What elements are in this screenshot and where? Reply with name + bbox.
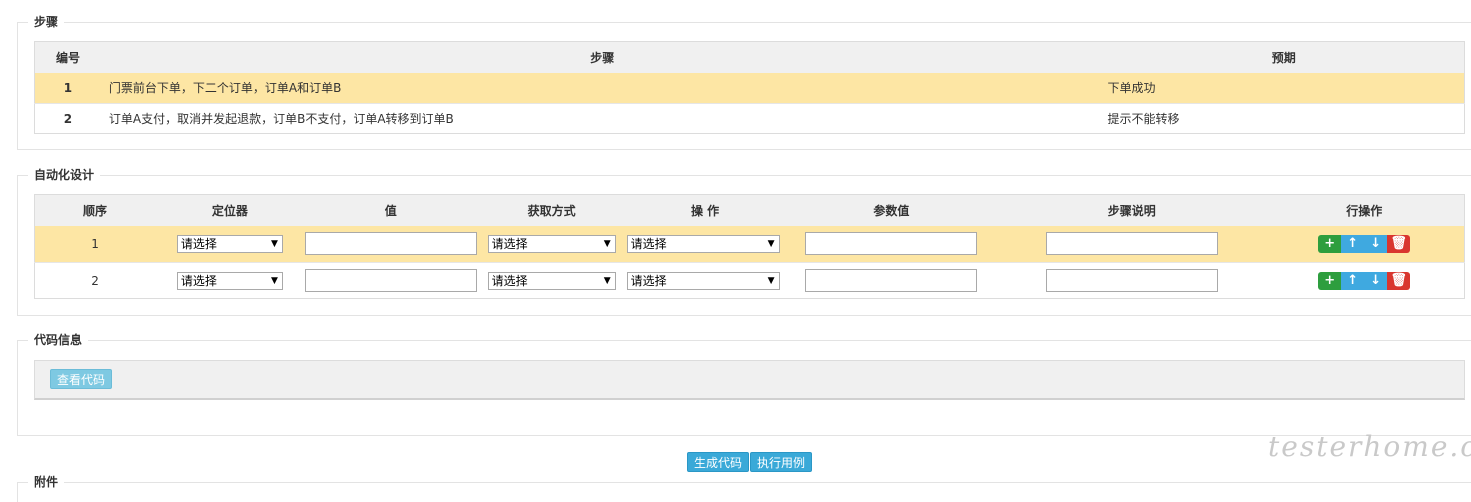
auto-header-fetch: 获取方式 (476, 194, 627, 226)
steps-table: 编号 步骤 预期 1 门票前台下单，下二个订单，订单A和订单B 下单成功 2 订… (34, 41, 1465, 134)
value-input[interactable] (304, 232, 477, 256)
generate-code-button[interactable]: 生成代码 (687, 452, 750, 472)
plus-icon[interactable]: + (1318, 271, 1342, 290)
action-select[interactable]: 请选择 ▼ (626, 234, 780, 253)
auto-header-locator: 定位器 (155, 194, 305, 226)
auto-header-row-ops: 行操作 (1264, 194, 1465, 226)
arrow-up-icon[interactable]: ↑ (1341, 271, 1365, 290)
plus-icon[interactable]: + (1318, 234, 1342, 253)
table-row[interactable]: 1 请选择 ▼ 请选择 ▼ 请选择 ▼ + ↑ ↓ 🗑 (34, 225, 1465, 263)
fetch-method-select[interactable]: 请选择 ▼ (487, 271, 616, 290)
automation-table: 顺序 定位器 值 获取方式 操 作 参数值 步骤说明 行操作 1 请选择 ▼ 请选… (34, 194, 1465, 299)
steps-header-expected: 预期 (1103, 41, 1465, 73)
action-select[interactable]: 请选择 ▼ (626, 271, 780, 290)
step-expected: 提示不能转移 (1103, 103, 1465, 134)
auto-header-action: 操 作 (626, 194, 784, 226)
arrow-down-icon[interactable]: ↓ (1364, 234, 1388, 253)
steps-header-step: 步骤 (100, 41, 1104, 73)
watermark: testerhome.com (1268, 430, 1471, 463)
auto-header-param: 参数值 (783, 194, 1000, 226)
automation-fieldset: 自动化设计 顺序 定位器 值 获取方式 操 作 参数值 步骤说明 行操作 1 请… (17, 167, 1471, 316)
table-row[interactable]: 1 门票前台下单，下二个订单，订单A和订单B 下单成功 (34, 72, 1465, 104)
arrow-down-icon[interactable]: ↓ (1364, 271, 1388, 290)
view-code-button[interactable]: 查看代码 (50, 369, 113, 389)
steps-header-no: 编号 (34, 41, 101, 73)
param-input[interactable] (805, 232, 978, 256)
trash-icon[interactable]: 🗑 (1387, 271, 1411, 290)
automation-legend: 自动化设计 (28, 167, 101, 183)
auto-header-order: 顺序 (34, 194, 156, 226)
step-expected: 下单成功 (1103, 72, 1465, 104)
auto-header-description: 步骤说明 (999, 194, 1265, 226)
arrow-up-icon[interactable]: ↑ (1341, 234, 1365, 253)
code-legend: 代码信息 (28, 332, 89, 348)
table-row[interactable]: 2 请选择 ▼ 请选择 ▼ 请选择 ▼ + ↑ ↓ 🗑 (34, 262, 1465, 299)
auto-header-value: 值 (304, 194, 477, 226)
attachment-legend: 附件 (28, 474, 65, 490)
code-panel: 查看代码 (34, 360, 1465, 400)
step-no: 1 (34, 72, 101, 104)
locator-select[interactable]: 请选择 ▼ (176, 234, 283, 253)
steps-legend: 步骤 (28, 14, 65, 30)
trash-icon[interactable]: 🗑 (1387, 234, 1411, 253)
description-input[interactable] (1045, 269, 1218, 292)
step-no: 2 (34, 103, 101, 134)
code-fieldset: 代码信息 查看代码 (17, 332, 1471, 436)
step-text: 订单A支付，取消并发起退款，订单B不支付，订单A转移到订单B (100, 103, 1104, 134)
table-row[interactable]: 2 订单A支付，取消并发起退款，订单B不支付，订单A转移到订单B 提示不能转移 (34, 103, 1465, 134)
step-text: 门票前台下单，下二个订单，订单A和订单B (100, 72, 1104, 104)
row-ops: + ↑ ↓ 🗑 (1264, 225, 1465, 263)
execute-case-button[interactable]: 执行用例 (750, 452, 813, 472)
row-ops: + ↑ ↓ 🗑 (1264, 262, 1465, 299)
attachment-fieldset: 附件 (17, 474, 1471, 502)
value-input[interactable] (304, 269, 477, 292)
param-input[interactable] (805, 269, 978, 292)
fetch-method-select[interactable]: 请选择 ▼ (487, 234, 616, 253)
auto-order: 2 (34, 262, 156, 299)
auto-order: 1 (34, 225, 156, 263)
locator-select[interactable]: 请选择 ▼ (176, 271, 283, 290)
description-input[interactable] (1045, 232, 1218, 256)
steps-fieldset: 步骤 编号 步骤 预期 1 门票前台下单，下二个订单，订单A和订单B 下单成功 … (17, 14, 1471, 150)
